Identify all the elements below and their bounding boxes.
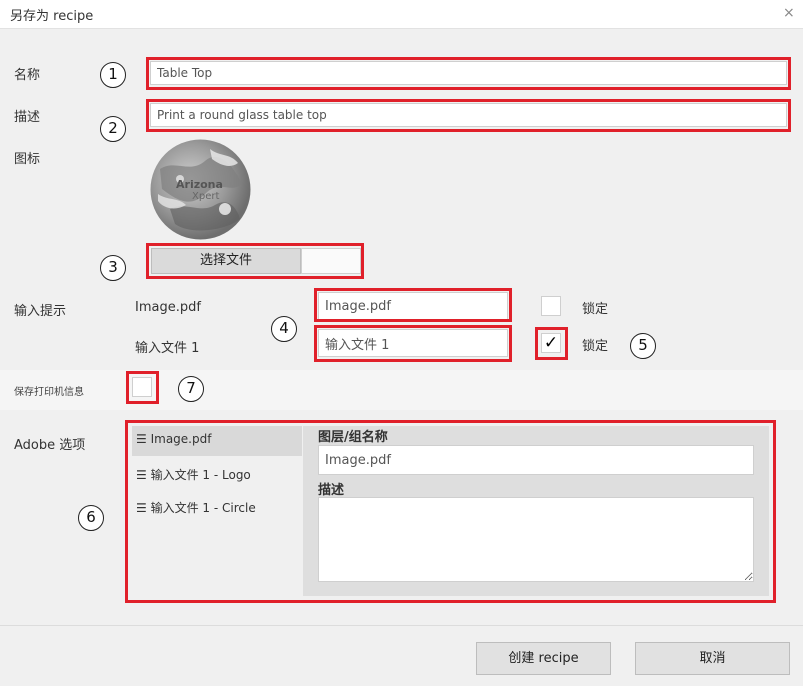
choose-file-button[interactable]: 选择文件 [151,248,301,274]
lock-checkbox-1[interactable] [541,296,561,316]
lock-label-1: 锁定 [582,302,609,317]
layer-item-2[interactable]: ☰ 输入文件 1 - Logo [136,466,251,483]
layer-item-3[interactable]: ☰ 输入文件 1 - Circle [136,499,256,516]
description-label: 描述 [14,110,41,125]
save-printer-label: 保存打印机信息 [14,387,84,398]
annotation-6: 6 [78,505,104,531]
drag-handle-icon: ☰ [136,501,147,515]
input-hint-field-2[interactable] [318,329,508,357]
name-input[interactable] [150,61,787,85]
chosen-file-display [301,248,361,274]
input-hints-label: 输入提示 [14,304,67,319]
create-recipe-button[interactable]: 创建 recipe [476,642,611,675]
annotation-4: 4 [271,316,297,342]
lock-label-2: 锁定 [582,339,609,354]
cancel-button[interactable]: 取消 [635,642,790,675]
layer-description-label: 描述 [318,483,345,498]
save-printer-checkbox[interactable] [132,377,152,397]
layer-name-label: 图层/组名称 [318,430,388,445]
drag-handle-icon: ☰ [136,432,147,446]
footer-divider [0,625,803,626]
dialog-titlebar [0,0,803,29]
adobe-options-label: Adobe 选项 [14,438,86,453]
annotation-7: 7 [178,376,204,402]
annotation-1: 1 [100,62,126,88]
input-hint-field-1[interactable] [318,292,508,320]
icon-brand-line1: Arizona [176,178,223,191]
layer-name-input[interactable] [318,445,754,475]
lock-checkbox-2[interactable]: ✓ [541,333,561,353]
icon-label: 图标 [14,152,41,167]
layer-item-label: 输入文件 1 - Logo [150,468,251,482]
icon-brand-line2: Xpert [192,191,220,202]
input-hint-name-1: Image.pdf [135,300,201,315]
close-icon[interactable]: × [783,5,795,21]
drag-handle-icon: ☰ [136,468,147,482]
input-hint-name-2: 输入文件 1 [135,341,200,356]
layer-item-1[interactable]: ☰ Image.pdf [136,432,211,446]
annotation-2: 2 [100,116,126,142]
description-input[interactable] [150,103,787,127]
annotation-5: 5 [630,333,656,359]
layer-item-label: Image.pdf [150,432,212,446]
layer-item-label: 输入文件 1 - Circle [150,501,256,515]
annotation-3: 3 [100,255,126,281]
layer-description-textarea[interactable] [318,497,754,582]
save-printer-row [0,370,803,410]
name-label: 名称 [14,68,41,83]
dialog-title: 另存为 recipe [10,9,94,24]
